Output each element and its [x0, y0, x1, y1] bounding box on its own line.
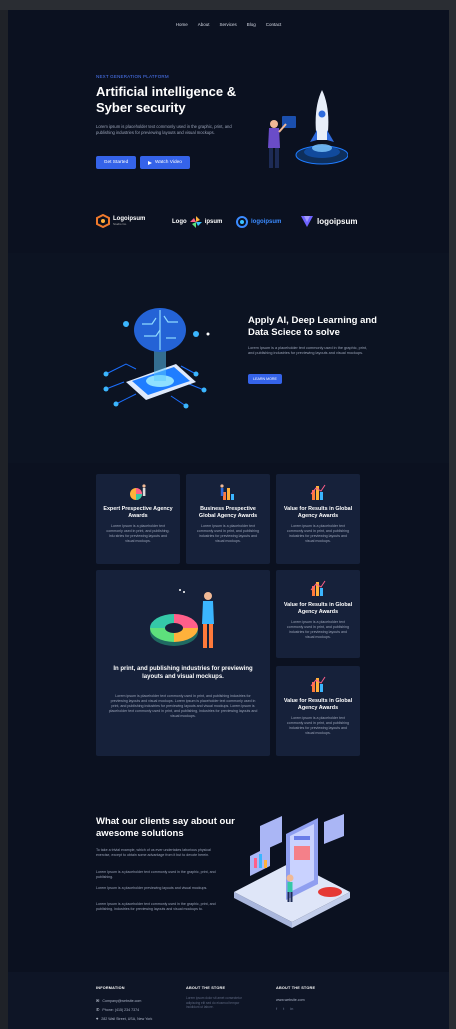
- pinwheel-logo-icon: [189, 216, 202, 228]
- partner-logo-1-sub: Studio Co.: [113, 222, 128, 226]
- testimonials-title: What our clients say about our awesome s…: [96, 816, 235, 839]
- footer-website[interactable]: www.website.com: [276, 998, 305, 1002]
- partner-logo-3: logoipsum: [236, 216, 281, 228]
- feature-card-4-title: Value for Results in Global Agency Award…: [283, 602, 353, 615]
- footer-store-heading-2: ABOUT THE STORE: [276, 986, 316, 990]
- nav-blog[interactable]: Blog: [247, 22, 256, 27]
- footer-store-text: Lorem ipsum dolor sit amet consectetur a…: [186, 996, 242, 1010]
- footer-social: f t in: [276, 1006, 293, 1011]
- feature-card-3: Value for Results in Global Agency Award…: [276, 474, 360, 564]
- rocket-illustration: [268, 90, 348, 168]
- footer-address-text: 282 Wall Street, USA, New York: [101, 1016, 153, 1021]
- scrollbar-track[interactable]: [449, 10, 456, 1029]
- partner-logo-2-name: Logo: [172, 219, 187, 225]
- hexagon-logo-icon: [96, 214, 110, 228]
- bar-chart-icon: [310, 484, 326, 500]
- donut-chart-person-illustration: [150, 589, 214, 648]
- hero-kicker: NEXT GENERATION PLATFORM: [96, 74, 169, 79]
- growth-chart-person-icon: [220, 484, 234, 500]
- get-started-label: Get Started: [103, 160, 129, 165]
- partner-logos: Logoipsum Studio Co. Logo ipsum logoipsum…: [96, 212, 366, 230]
- highlight-card: In print, and publishing industries for …: [96, 570, 270, 756]
- partner-logo-4: logoipsum: [300, 214, 357, 228]
- footer-email-text: Company@website.com: [102, 998, 142, 1003]
- feature-card-5: Value for Results in Global Agency Award…: [276, 666, 360, 756]
- swirl-logo-icon: [236, 216, 248, 228]
- feature-card-3-text: Lorem ipsum is a placeholder text common…: [286, 524, 350, 543]
- watch-video-button[interactable]: Watch Video: [140, 156, 190, 169]
- feature-card-2: Business Prespective Global Agency Award…: [186, 474, 270, 564]
- nav-services[interactable]: Services: [219, 22, 236, 27]
- feature-card-1-title: Expert Prespective Agency Awards: [103, 506, 173, 519]
- footer-phone[interactable]: ✆ Phone: (415) 234 7374: [96, 1007, 139, 1012]
- phone-icon: ✆: [96, 1007, 100, 1012]
- facebook-icon[interactable]: f: [276, 1006, 277, 1011]
- learn-more-button[interactable]: LEARN MORE: [248, 374, 282, 384]
- learn-more-label: LEARN MORE: [253, 377, 277, 381]
- testimonials-paragraph-2: Lorem Ipsum is a placeholder text common…: [96, 870, 216, 879]
- main-nav: Home About Services Blog Contact: [8, 22, 449, 27]
- ai-section-text: Lorem Ipsum is a placeholder text common…: [248, 346, 368, 356]
- partner-logo-2: Logo ipsum: [172, 216, 222, 228]
- ai-brain-phone-illustration: [103, 308, 210, 409]
- footer-store-heading: ABOUT THE STORE: [186, 986, 226, 990]
- footer-email[interactable]: ✉ Company@website.com: [96, 998, 141, 1003]
- feature-card-4-text: Lorem ipsum is a placeholder text common…: [286, 620, 350, 639]
- watch-video-label: Watch Video: [155, 160, 182, 165]
- partner-logo-3-name: logoipsum: [251, 219, 282, 225]
- diamond-logo-icon: [301, 216, 313, 227]
- hero-text: Lorem ipsum is placeholder text commonly…: [96, 124, 232, 135]
- mail-icon: ✉: [96, 998, 100, 1003]
- partner-logo-4-name: logoipsum: [317, 216, 358, 226]
- highlight-card-text: Lorem ipsum is placeholder text commonly…: [108, 694, 258, 718]
- ai-section-title: Apply AI, Deep Learning and Data Sciece …: [248, 315, 377, 338]
- twitter-icon[interactable]: t: [283, 1006, 284, 1011]
- feature-card-2-title: Business Prespective Global Agency Award…: [198, 506, 258, 519]
- footer-info-heading: INFORMATION: [96, 986, 125, 990]
- nav-about[interactable]: About: [198, 22, 210, 27]
- bar-chart-icon: [310, 580, 326, 596]
- linkedin-icon[interactable]: in: [290, 1006, 293, 1011]
- hero-title: Artificial intelligence & Syber security: [96, 84, 237, 115]
- feature-card-1: Expert Prespective Agency Awards Lorem I…: [96, 474, 180, 564]
- get-started-button[interactable]: Get Started: [96, 156, 136, 169]
- footer-phone-text: Phone: (415) 234 7374: [102, 1007, 140, 1012]
- partner-logo-2-name2: ipsum: [204, 219, 223, 225]
- nav-contact[interactable]: Contact: [266, 22, 282, 27]
- footer-website-text: www.website.com: [276, 998, 305, 1002]
- location-icon: ⌖: [96, 1016, 99, 1021]
- pie-chart-person-icon: [130, 484, 146, 500]
- bar-chart-icon: [310, 676, 326, 692]
- testimonials-paragraph-1: To take a trivial example, which of us e…: [96, 848, 211, 857]
- landing-page: Home About Services Blog Contact NEXT GE…: [8, 10, 449, 1029]
- feature-card-2-text: Lorem Ipsum is a placeholder text common…: [196, 524, 260, 543]
- ai-section: [8, 253, 449, 463]
- feature-card-5-title: Value for Results in Global Agency Award…: [283, 698, 353, 711]
- testimonials-paragraph-3: Lorem Ipsum is a placeholder previewing …: [96, 886, 208, 890]
- highlight-card-title: In print, and publishing industries for …: [113, 666, 253, 680]
- footer: INFORMATION ✉ Company@website.com ✆ Phone:…: [8, 972, 449, 1029]
- feature-card-1-text: Lorem Ipsum is a placeholder text common…: [106, 524, 170, 543]
- feature-card-4: Value for Results in Global Agency Award…: [276, 570, 360, 658]
- nav-home[interactable]: Home: [176, 22, 188, 27]
- feature-card-5-text: Lorem ipsum is a placeholder text common…: [286, 716, 350, 735]
- footer-address: ⌖ 282 Wall Street, USA, New York: [96, 1016, 152, 1021]
- partner-logo-1: Logoipsum Studio Co.: [96, 214, 145, 228]
- browser-top-bar: [0, 0, 456, 10]
- testimonials-paragraph-4: Lorem Ipsum is a placeholder text common…: [96, 902, 216, 911]
- feature-card-3-title: Value for Results in Global Agency Award…: [283, 506, 353, 519]
- play-icon: [148, 160, 153, 165]
- dashboard-isometric-illustration: [234, 814, 350, 928]
